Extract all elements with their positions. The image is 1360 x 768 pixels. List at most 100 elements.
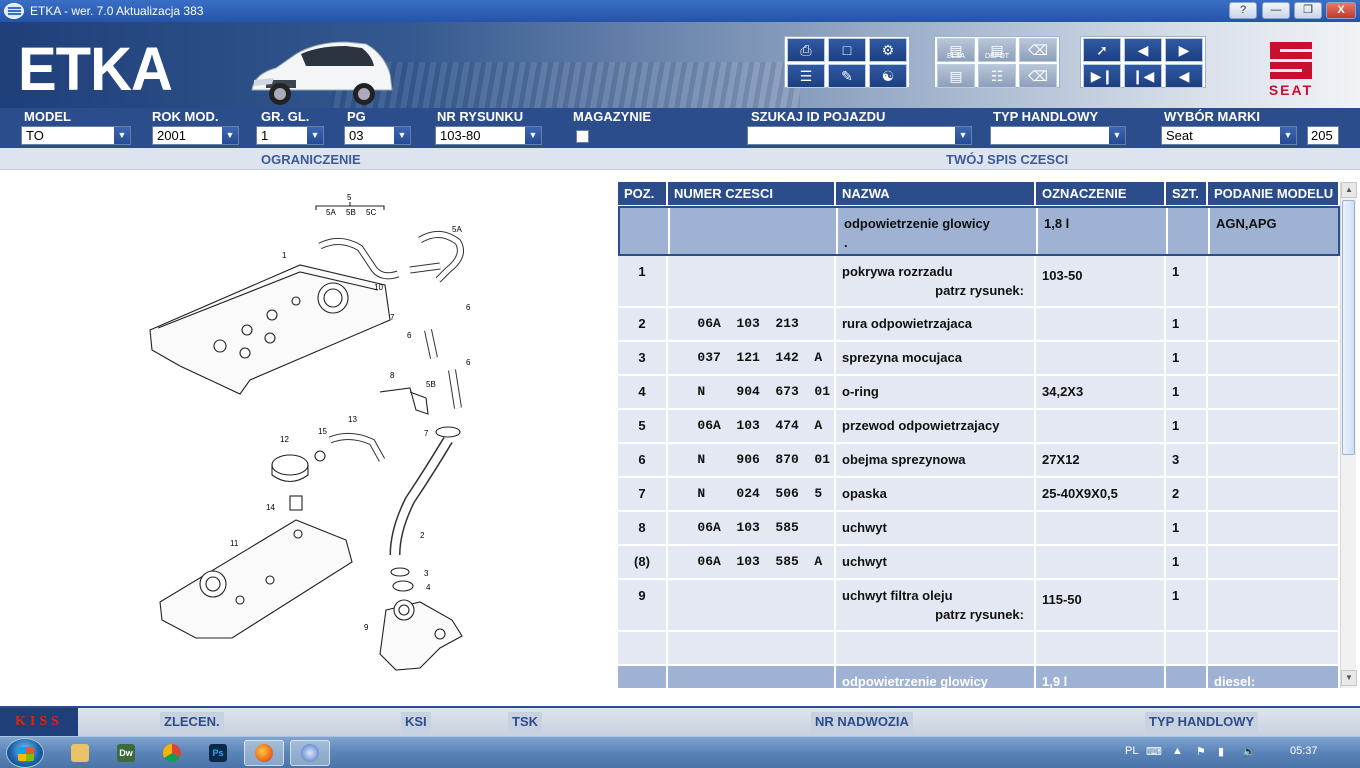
back-icon[interactable]: ◀ bbox=[1165, 64, 1203, 88]
parts-diagram[interactable]: 5 5A 5B 5C 5A 1 10 6 7 6 6 8 5B 7 13 12 … bbox=[0, 170, 615, 705]
toolbar-group-navigation: ➚ ◀ ▶ ▶❙ ❙◀ ◀ bbox=[1080, 36, 1206, 88]
firefox-icon[interactable] bbox=[244, 740, 284, 766]
cart-plus-icon[interactable]: ⌫ bbox=[1019, 64, 1057, 88]
chevron-down-icon[interactable]: ▼ bbox=[525, 127, 541, 144]
szukaj-id-select[interactable]: ▼ bbox=[747, 126, 972, 145]
callout-1: 1 bbox=[282, 251, 287, 260]
table-row[interactable]: 1 pokrywa rozrzadu patrz rysunek: 103-50 1 bbox=[618, 256, 1340, 308]
zlecen-button[interactable]: ZLECEN. bbox=[160, 712, 224, 732]
cell-numer-text: N 024 506 5 bbox=[674, 486, 823, 501]
column-header-numer[interactable]: NUMER CZESCI bbox=[668, 182, 836, 205]
typ-handlowy-select[interactable]: ▼ bbox=[990, 126, 1126, 145]
prev-page-icon[interactable]: ◀ bbox=[1124, 38, 1162, 62]
volume-icon[interactable]: 🔈 bbox=[1242, 745, 1256, 758]
last-icon[interactable]: ▶❙ bbox=[1083, 64, 1121, 88]
flag-icon[interactable]: ⚑ bbox=[1196, 745, 1206, 758]
pen-icon[interactable]: ✎ bbox=[828, 64, 866, 88]
cell-nazwa-text: uchwyt bbox=[842, 554, 887, 569]
next-page-icon[interactable]: ▶ bbox=[1165, 38, 1203, 62]
chevron-down-icon[interactable]: ▼ bbox=[1280, 127, 1296, 144]
column-header-nazwa[interactable]: NAZWA bbox=[836, 182, 1036, 205]
table-row[interactable]: 6 N 906 870 01 obejma sprezynowa 27X12 3 bbox=[618, 444, 1340, 478]
car-parts-icon[interactable]: ⚙ bbox=[869, 38, 907, 62]
list-icon[interactable]: ☰ bbox=[787, 64, 825, 88]
nr-rysunku-select[interactable]: 103-80 ▼ bbox=[435, 126, 542, 145]
chrome-icon[interactable] bbox=[152, 740, 192, 766]
keyboard-icon[interactable]: ⌨ bbox=[1146, 745, 1162, 758]
elsa-icon[interactable]: ▤ ELSA bbox=[937, 38, 975, 62]
chevron-down-icon[interactable]: ▼ bbox=[394, 127, 410, 144]
scroll-thumb[interactable] bbox=[1342, 200, 1355, 455]
help-button[interactable]: ? bbox=[1229, 2, 1257, 19]
cell-nazwa-subtext: . bbox=[844, 235, 848, 250]
pg-select[interactable]: 03 ▼ bbox=[344, 126, 411, 145]
scroll-up-icon[interactable]: ▲ bbox=[1341, 182, 1357, 198]
table-row[interactable] bbox=[618, 632, 1340, 666]
title-bar: ETKA - wer. 7.0 Aktualizacja 383 ? — ❐ X bbox=[0, 0, 1360, 22]
nr-nadwozia-button[interactable]: NR NADWOZIA bbox=[811, 712, 913, 732]
monitor-icon[interactable]: □ bbox=[828, 38, 866, 62]
table-row[interactable]: odpowietrzenie glowicy. 1,8 l AGN,APG bbox=[618, 206, 1340, 256]
callout-5b: 5B bbox=[346, 208, 356, 217]
table-row[interactable]: 3 037 121 142 A sprezyna mocujaca 1 bbox=[618, 342, 1340, 376]
gr-gl-select[interactable]: 1 ▼ bbox=[256, 126, 324, 145]
chevron-down-icon[interactable]: ▼ bbox=[222, 127, 238, 144]
table-row[interactable]: (8) 06A 103 585 A uchwyt 1 bbox=[618, 546, 1340, 580]
chevron-down-icon[interactable]: ▼ bbox=[1109, 127, 1125, 144]
documents-icon[interactable]: ☷ bbox=[978, 64, 1016, 88]
tsk-button[interactable]: TSK bbox=[508, 712, 542, 732]
table-row[interactable]: odpowietrzenie glowicy 1,9 l diesel:AGM,AG… bbox=[618, 666, 1340, 688]
dreamweaver-icon[interactable]: Dw bbox=[106, 740, 146, 766]
tray-expand-icon[interactable]: ▲ bbox=[1172, 745, 1183, 757]
pin-icon[interactable]: ➚ bbox=[1083, 38, 1121, 62]
column-header-oznaczenie[interactable]: OZNACZENIE bbox=[1036, 182, 1166, 205]
typ-handlowy-button[interactable]: TYP HANDLOWY bbox=[1145, 712, 1259, 732]
explorer-icon[interactable] bbox=[60, 740, 100, 766]
depot-icon[interactable]: ▤ DEPOT bbox=[978, 38, 1016, 62]
model-select[interactable]: TO ▼ bbox=[21, 126, 131, 145]
close-button[interactable]: X bbox=[1326, 2, 1356, 19]
cart-icon[interactable]: ⌫ bbox=[1019, 38, 1057, 62]
computer-icon[interactable]: ▤ bbox=[937, 64, 975, 88]
cell-numer bbox=[668, 256, 836, 306]
chevron-down-icon[interactable]: ▼ bbox=[307, 127, 323, 144]
cell-szt: 1 bbox=[1166, 376, 1208, 408]
column-header-podanie[interactable]: PODANIE MODELU bbox=[1208, 182, 1340, 205]
language-indicator[interactable]: PL bbox=[1125, 745, 1138, 757]
cell-szt: 1 bbox=[1166, 546, 1208, 578]
table-row[interactable]: 7 N 024 506 5 opaska 25-40X9X0,5 2 bbox=[618, 478, 1340, 512]
cell-poz-text: 5 bbox=[638, 418, 646, 433]
cell-oznaczenie: 1,8 l bbox=[1038, 208, 1168, 254]
kiss-button[interactable]: KISS bbox=[0, 708, 78, 736]
etka-taskbar-icon[interactable] bbox=[290, 740, 330, 766]
rok-mod-select[interactable]: 2001 ▼ bbox=[152, 126, 239, 145]
chevron-down-icon[interactable]: ▼ bbox=[114, 127, 130, 144]
table-row[interactable]: 5 06A 103 474 A przewod odpowietrzajacy 1 bbox=[618, 410, 1340, 444]
printer-icon[interactable]: ⎙ bbox=[787, 38, 825, 62]
vertical-scrollbar[interactable]: ▲ ▼ bbox=[1340, 182, 1357, 688]
clock[interactable]: 05:37 bbox=[1290, 745, 1318, 757]
photoshop-icon[interactable]: Ps bbox=[198, 740, 238, 766]
ksi-button[interactable]: KSI bbox=[401, 712, 431, 732]
magazynie-checkbox[interactable] bbox=[576, 130, 589, 143]
first-icon[interactable]: ❙◀ bbox=[1124, 64, 1162, 88]
bicycle-icon[interactable]: ☯ bbox=[869, 64, 907, 88]
etka-app-icon[interactable] bbox=[4, 3, 24, 19]
table-row[interactable]: 2 06A 103 213 rura odpowietrzajaca 1 bbox=[618, 308, 1340, 342]
table-row[interactable]: 8 06A 103 585 uchwyt 1 bbox=[618, 512, 1340, 546]
restore-button[interactable]: ❐ bbox=[1294, 2, 1322, 19]
cell-oznaczenie-text: 34,2X3 bbox=[1042, 384, 1084, 399]
start-button[interactable] bbox=[6, 738, 44, 768]
scroll-down-icon[interactable]: ▼ bbox=[1341, 670, 1357, 686]
cell-poz-text: 1 bbox=[638, 264, 646, 279]
cell-nazwa-text: uchwyt bbox=[842, 520, 887, 535]
minimize-button[interactable]: — bbox=[1262, 2, 1290, 19]
wybor-marki-select[interactable]: Seat ▼ bbox=[1161, 126, 1297, 145]
network-icon[interactable]: ▮ bbox=[1218, 745, 1224, 758]
column-header-poz[interactable]: POZ. bbox=[618, 182, 668, 205]
column-header-szt[interactable]: SZT. bbox=[1166, 182, 1208, 205]
table-row[interactable]: 9 uchwyt filtra oleju patrz rysunek: 115-50… bbox=[618, 580, 1340, 632]
ograniczenie-title[interactable]: OGRANICZENIE bbox=[261, 152, 361, 167]
chevron-down-icon[interactable]: ▼ bbox=[955, 127, 971, 144]
table-row[interactable]: 4 N 904 673 01 o-ring 34,2X3 1 bbox=[618, 376, 1340, 410]
